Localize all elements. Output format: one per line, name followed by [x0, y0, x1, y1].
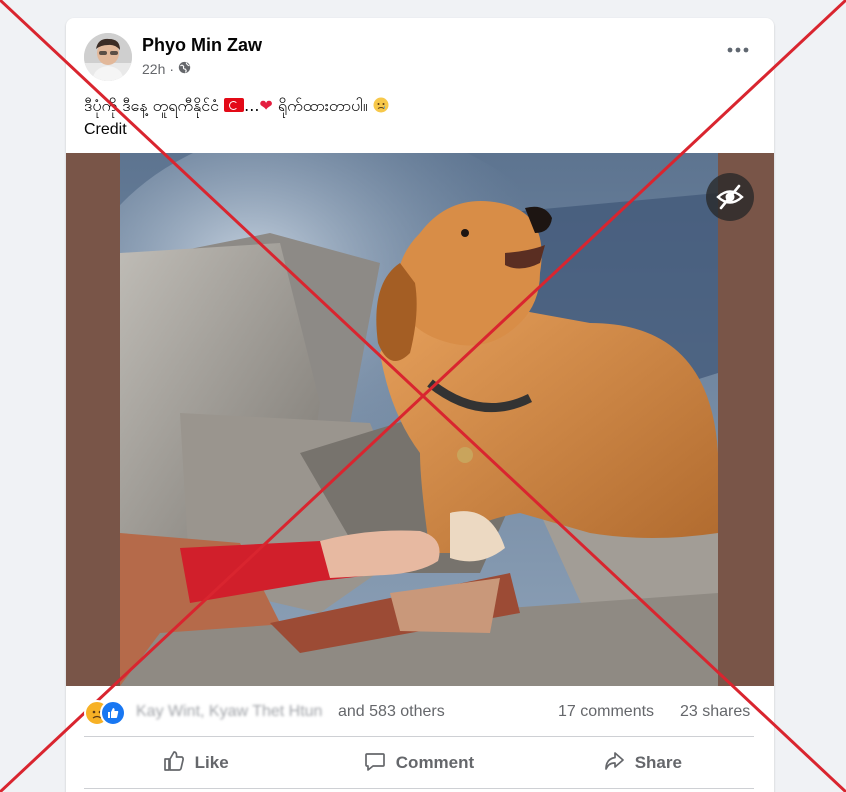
post-caption: ဒီပုံကို ဒီနေ့ တူရကီနိုင်ငံ ...❤ ရိုက်ထာ…: [84, 94, 754, 142]
comment-label: Comment: [395, 753, 475, 772]
post-actions: Like Comment Share: [84, 741, 754, 785]
reaction-others[interactable]: and 583 others: [338, 703, 445, 721]
post-stats: Kay Wint, Kyaw Thet Htun and 583 others …: [84, 698, 756, 726]
post-photo-frame[interactable]: [66, 153, 774, 686]
thumbs-up-icon: [163, 750, 185, 777]
caption-line-1: ဒီပုံကို ဒီနေ့ တူရကီနိုင်ငံ ...❤ ရိုက်ထာ…: [84, 94, 754, 118]
caption-credit: Credit: [84, 121, 127, 138]
caption-tail: ရိုက်ထားတာပါ။: [277, 96, 368, 115]
globe-icon: [178, 61, 191, 77]
comments-count[interactable]: 17 comments: [558, 703, 654, 721]
comment-button[interactable]: Comment: [307, 741, 530, 785]
sad-face-icon: [368, 96, 389, 115]
caption-ellipsis: ...: [244, 96, 260, 115]
facebook-post-card: Phyo Min Zaw 22h · ဒီပုံကို ဒီနေ့ တူရကီန…: [66, 18, 774, 792]
like-label: Like: [194, 753, 229, 772]
author-name[interactable]: Phyo Min Zaw: [142, 35, 262, 56]
divider: [84, 736, 754, 737]
screenshot: Phyo Min Zaw 22h · ဒီပုံကို ဒီနေ့ တူရကီန…: [0, 0, 846, 792]
turkey-flag-icon: [224, 98, 245, 112]
like-button[interactable]: Like: [84, 741, 307, 785]
divider-bottom: [84, 788, 754, 789]
meta-separator: ·: [169, 61, 175, 77]
author-avatar[interactable]: [84, 33, 132, 81]
comment-icon: [364, 750, 386, 777]
reaction-icons[interactable]: [84, 700, 132, 726]
more-options-icon[interactable]: [724, 42, 752, 62]
reactor-names[interactable]: Kay Wint, Kyaw Thet Htun: [136, 703, 326, 721]
share-label: Share: [634, 753, 682, 772]
post-time[interactable]: 22h: [142, 61, 165, 77]
caption-text: ဒီပုံကို ဒီနေ့ တူရကီနိုင်ငံ: [84, 96, 220, 115]
post-header: Phyo Min Zaw 22h ·: [66, 18, 774, 88]
broken-heart-icon: ❤: [259, 96, 273, 115]
post-meta: 22h ·: [142, 61, 191, 77]
shares-count[interactable]: 23 shares: [680, 703, 750, 721]
share-icon: [603, 750, 625, 777]
eye-slash-icon[interactable]: [706, 173, 754, 221]
post-photo[interactable]: [120, 153, 718, 686]
like-reaction-icon: [100, 700, 126, 726]
share-button[interactable]: Share: [531, 741, 754, 785]
